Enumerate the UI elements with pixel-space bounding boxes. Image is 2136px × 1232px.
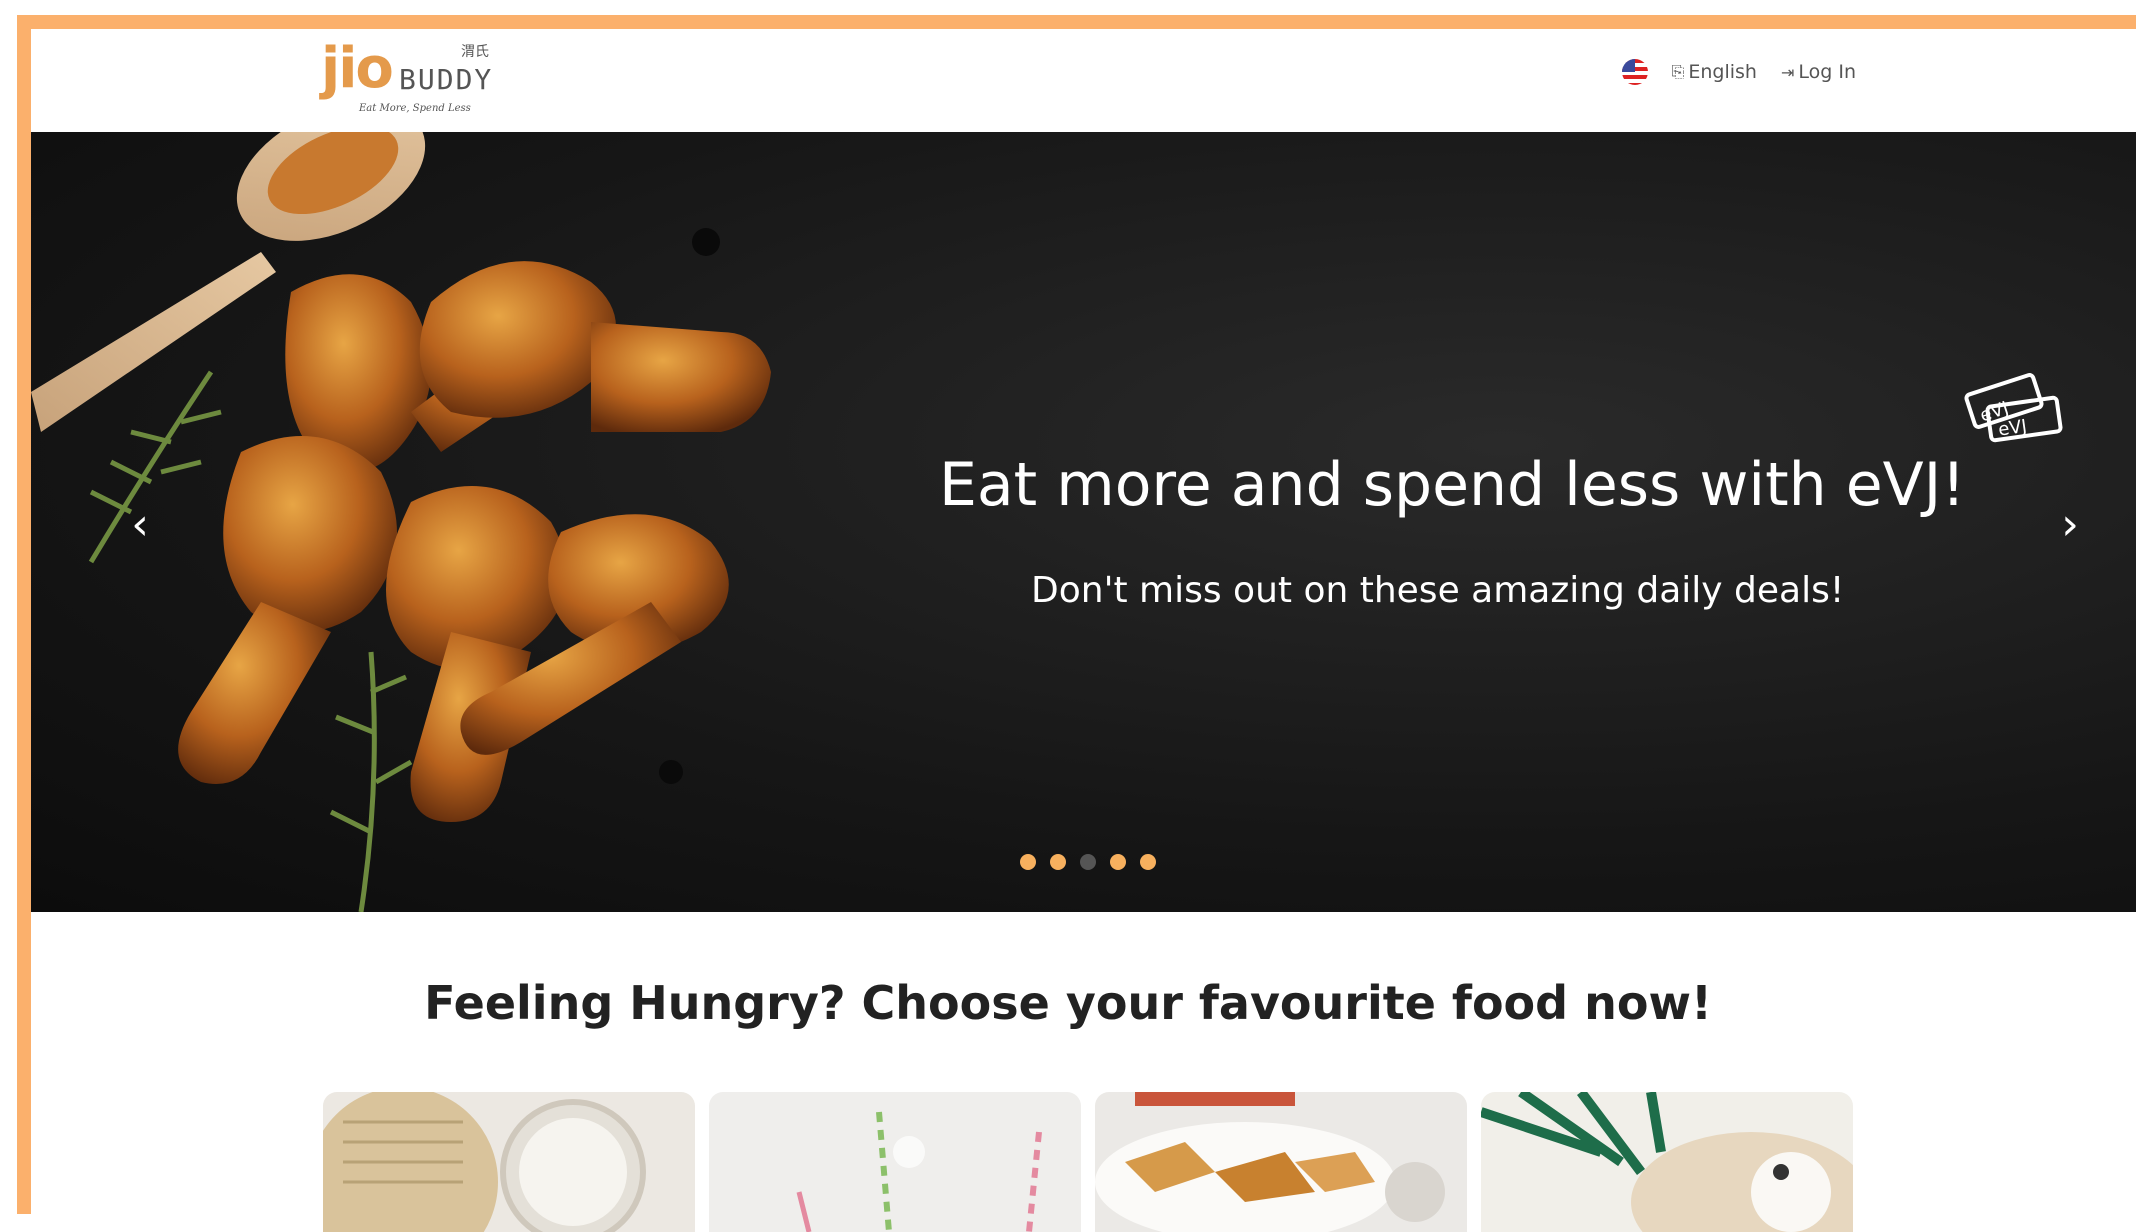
hero-carousel: Eat more and spend less with eVJ! Don't … [31,132,2136,912]
login-label: Log In [1798,61,1856,83]
us-flag-icon[interactable] [1621,59,1648,85]
carousel-dot[interactable] [1110,854,1126,870]
food-card-image [1095,1092,1467,1232]
hero-subtitle: Don't miss out on these amazing daily de… [1031,570,1845,611]
frame-border-left [17,15,31,1214]
site-header: jio BUDDY 渭氏 Eat More, Spend Less ⎘ Engl… [31,29,2136,132]
carousel-dot[interactable] [1050,854,1066,870]
frame-border-top [17,15,2136,29]
carousel-dot[interactable] [1020,854,1036,870]
section-heading: Feeling Hungry? Choose your favourite fo… [424,976,1712,1030]
carousel-dot[interactable] [1140,854,1156,870]
evj-badge-text-2: eVJ [1997,416,2028,441]
carousel-next-arrow[interactable]: › [2045,500,2095,550]
language-label: English [1688,61,1757,83]
evj-ticket-icon: eVJ eVJ [1964,373,2063,443]
food-card-healthy[interactable] [1481,1092,1853,1232]
food-card-image [709,1092,1081,1232]
hero-title: Eat more and spend less with eVJ! [939,450,1966,520]
food-card-image [1481,1092,1853,1232]
login-link[interactable]: ⇥ Log In [1781,61,1856,83]
food-card-drinks[interactable] [709,1092,1081,1232]
logo-cn-text: 渭氏 [461,44,489,60]
logo-jio-text: jio [321,36,394,101]
food-card-rice[interactable] [323,1092,695,1232]
login-icon: ⇥ [1780,62,1795,82]
carousel-prev-arrow[interactable]: ‹ [115,500,165,550]
food-card-image [323,1092,695,1232]
header-actions: ⎘ English ⇥ Log In [1621,57,1856,87]
logo-tagline: Eat More, Spend Less [359,103,471,114]
carousel-indicators [1020,854,1156,870]
translate-icon: ⎘ [1671,62,1685,81]
jiobuddy-logo[interactable]: jio BUDDY 渭氏 Eat More, Spend Less [321,37,541,119]
food-card-dishes[interactable] [1095,1092,1467,1232]
food-category-cards [323,1092,1853,1232]
logo-buddy-text: BUDDY [399,63,494,96]
language-selector[interactable]: ⎘ English [1672,61,1757,83]
carousel-dot-active[interactable] [1080,854,1096,870]
